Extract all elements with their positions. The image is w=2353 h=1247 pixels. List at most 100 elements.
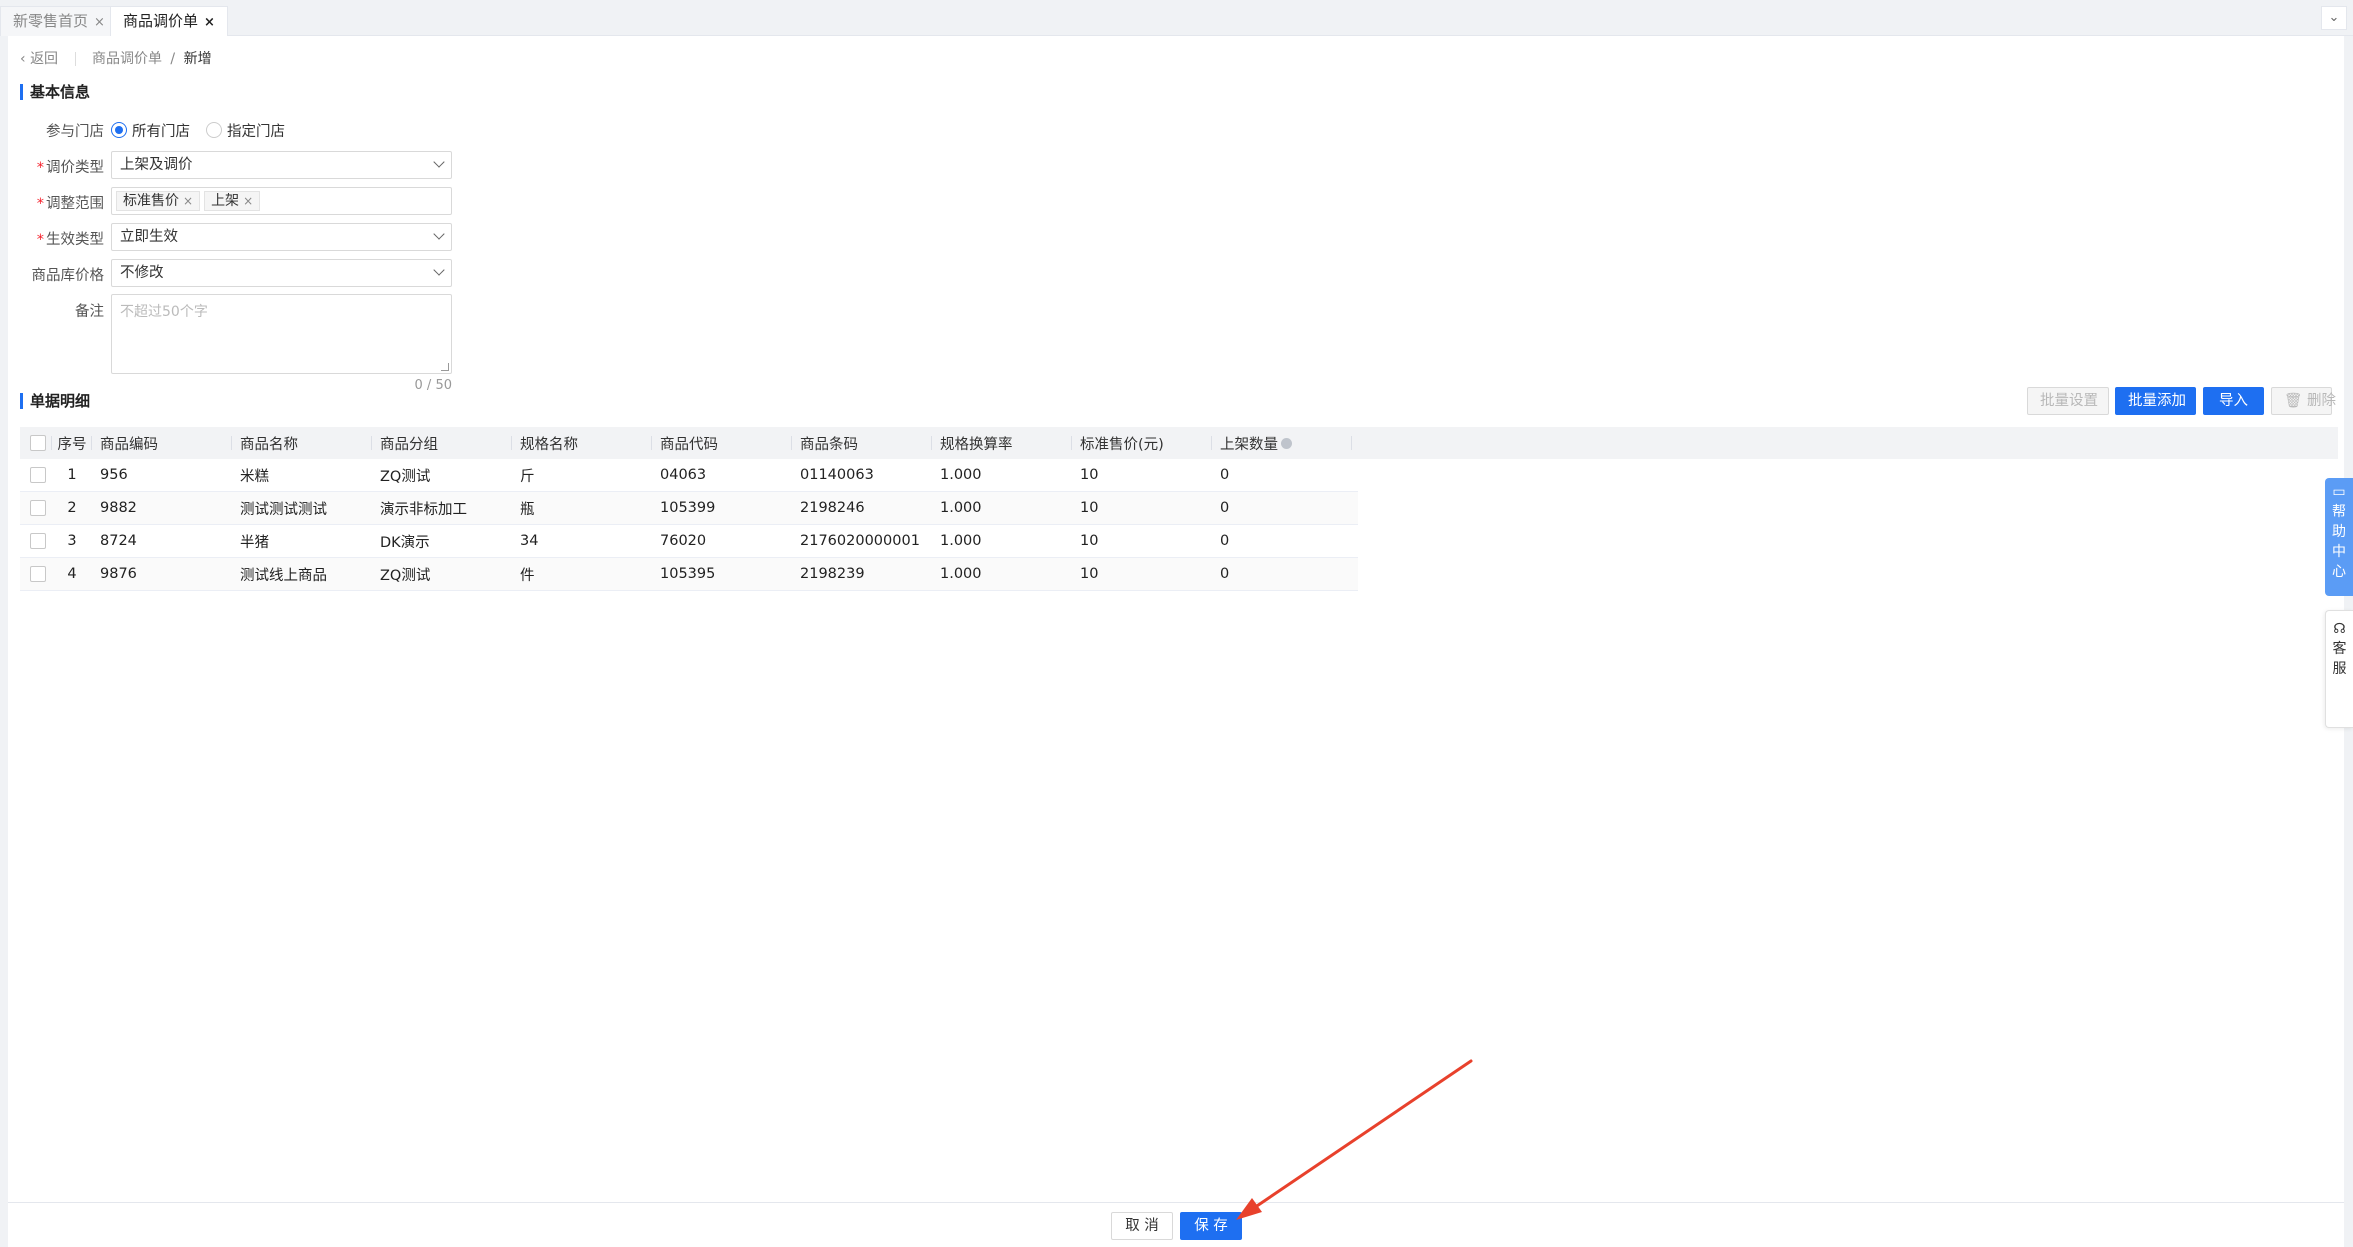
table-cell: 105399 [660,500,716,516]
table-cell: 2198239 [800,566,865,582]
column-header: 规格换算率 [932,427,1072,459]
table-cell: 9882 [100,500,137,516]
table-cell: 10 [1080,467,1099,483]
row-checkbox-cell [20,492,52,524]
effect-type-select[interactable]: 立即生效 [111,223,452,251]
close-icon[interactable]: × [183,194,193,208]
batch-add-button[interactable]: 批量添加 [2115,387,2196,415]
delete-button[interactable]: 🗑 删除 [2271,387,2336,415]
stock-price-label: 商品库价格 [31,268,105,284]
table-row[interactable]: 2 9882 测试测试测试 演示非标加工 瓶 105399 2198246 1.… [20,492,1358,525]
radio-icon [111,122,127,138]
tab-bar: 新零售首页 × 商品调价单 × ⌄ [0,0,2353,36]
tab-retail-home[interactable]: 新零售首页 × [0,6,118,36]
stock-price-select[interactable]: 不修改 [111,259,452,287]
table-cell: 测试测试测试 [240,501,327,518]
radio-label: 指定门店 [227,123,285,140]
service-text: 服 [2332,661,2347,677]
row-checkbox-cell [20,558,52,590]
table-cell: 10 [1080,566,1099,582]
close-icon[interactable]: × [243,194,253,208]
close-icon[interactable]: × [94,15,105,30]
tab-label: 商品调价单 [123,12,199,30]
row-checkbox[interactable] [30,467,46,483]
scope-tag: 标准售价 × [116,191,201,211]
help-text: 帮 [2332,504,2346,520]
section-title-basic-info: 基本信息 [20,82,90,102]
select-value: 立即生效 [120,229,178,245]
select-value: 不修改 [120,265,164,281]
delete-label: 删除 [2307,393,2337,409]
customer-service-button[interactable]: ☊ 客 服 [2325,610,2353,728]
row-checkbox[interactable] [30,566,46,582]
tab-label: 新零售首页 [13,12,89,30]
help-icon[interactable] [1281,437,1292,449]
scope-multiselect[interactable]: 标准售价 × 上架 × [111,187,452,215]
table-cell: DK演示 [380,534,430,551]
table-cell: 米糕 [240,468,269,485]
batch-set-button[interactable]: 批量设置 [2027,387,2109,415]
table-row[interactable]: 3 8724 半猪 DK演示 34 76020 2176020000001 1.… [20,525,1358,558]
table-cell: 1.000 [940,500,982,516]
divider [74,52,76,66]
table-cell: 半猪 [240,534,269,551]
table-cell: 3 [67,533,77,549]
select-value: 上架及调价 [120,157,193,173]
store-radio-group: 所有门店 指定门店 [111,118,301,142]
row-checkbox[interactable] [30,500,46,516]
breadcrumb-current: 新增 [183,51,212,67]
row-checkbox-cell [20,525,52,557]
table-cell: 0 [1220,533,1230,549]
close-icon[interactable]: × [204,15,215,30]
remark-counter: 0 / 50 [414,378,452,393]
column-header: 规格名称 [512,427,652,459]
radio-all-stores[interactable]: 所有门店 [111,120,190,141]
effect-type-label: * 生效类型 [36,232,104,248]
radio-label: 所有门店 [132,123,190,140]
column-header: 上架数量 [1212,427,1352,459]
row-checkbox-cell [20,459,52,491]
import-button[interactable]: 导入 [2203,387,2264,415]
select-all-cell [20,427,52,459]
help-text: 中 [2332,544,2346,560]
remark-textarea[interactable]: 不超过50个字 [111,294,452,374]
table-cell: 2 [67,500,77,516]
column-header: 商品编码 [92,427,232,459]
table-cell: ZQ测试 [380,468,431,485]
store-label: 参与门店 [46,124,104,140]
table-cell: 2176020000001 [800,533,920,549]
table-row[interactable]: 1 956 米糕 ZQ测试 斤 04063 01140063 1.000 10 … [20,459,1358,492]
table-cell: 1.000 [940,566,982,582]
price-type-select[interactable]: 上架及调价 [111,151,452,179]
row-checkbox[interactable] [30,533,46,549]
table-cell: 斤 [520,468,535,485]
column-header: 标准售价(元) [1072,427,1212,459]
tab-price-adjust[interactable]: 商品调价单 × [110,6,228,36]
breadcrumb-parent[interactable]: 商品调价单 [92,51,162,67]
table-cell: 34 [520,533,539,549]
chevron-down-icon [433,156,445,168]
remark-placeholder: 不超过50个字 [120,304,208,320]
help-center-button[interactable]: ▭ 帮 助 中 心 [2325,478,2353,596]
table-cell: 1.000 [940,533,982,549]
table-cell: 105395 [660,566,716,582]
radio-specified-stores[interactable]: 指定门店 [206,120,285,141]
trash-icon: 🗑 [2284,393,2303,409]
table-cell: 04063 [660,467,707,483]
chevron-down-icon[interactable]: ⌄ [2321,6,2347,30]
headset-icon: ☊ [2333,621,2346,637]
main-panel: ‹ 返回 商品调价单 / 新增 基本信息 参与门店 所有门店 指定门店 * 调价类… [8,36,2344,1202]
table-row[interactable]: 4 9876 测试线上商品 ZQ测试 件 105395 2198239 1.00… [20,558,1358,591]
cancel-button[interactable]: 取 消 [1111,1212,1173,1240]
save-button[interactable]: 保 存 [1180,1212,1242,1240]
select-all-checkbox[interactable] [30,435,46,451]
column-header: 序号 [52,427,92,459]
help-text: 助 [2332,524,2346,540]
table-cell: 0 [1220,566,1230,582]
resize-handle[interactable] [441,363,449,371]
back-link[interactable]: ‹ 返回 [20,51,58,67]
scope-label: * 调整范围 [36,196,104,212]
remark-label: 备注 [75,304,104,320]
scope-tag: 上架 × [204,191,261,211]
table-cell: 演示非标加工 [380,501,467,518]
